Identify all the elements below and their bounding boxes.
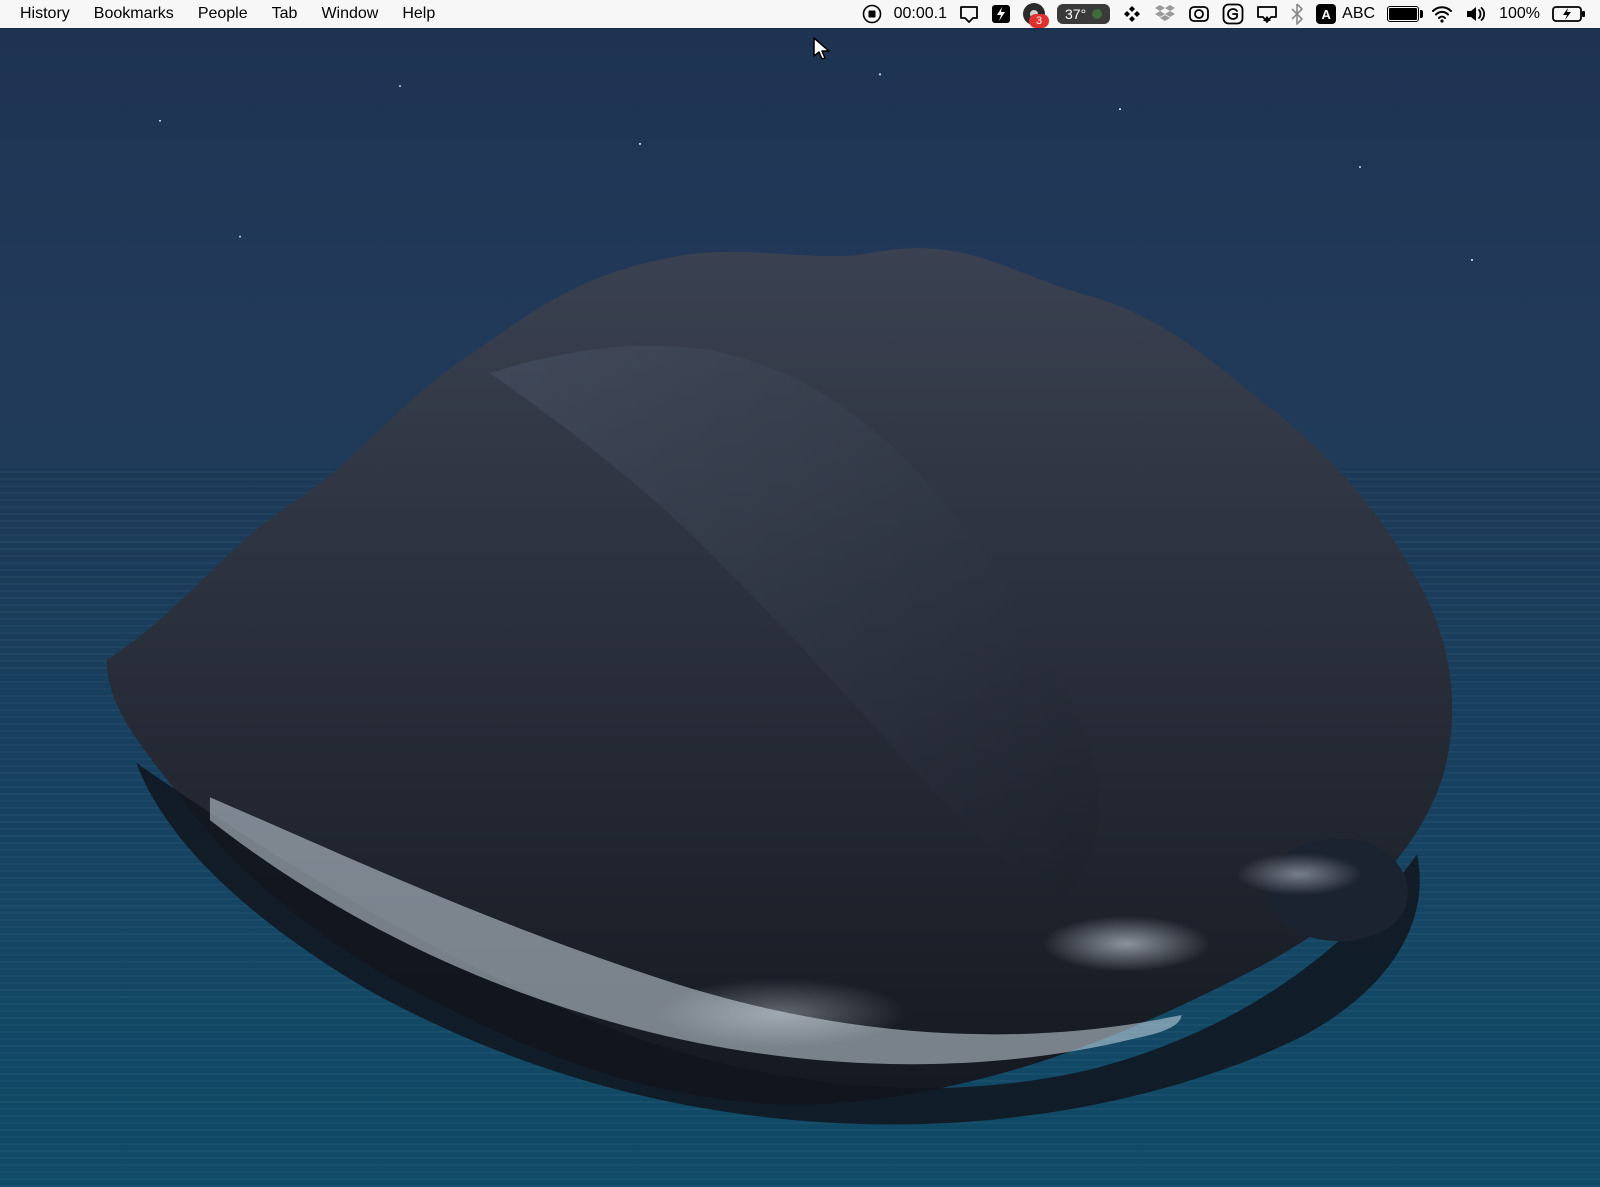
menu-help[interactable]: Help xyxy=(390,0,447,28)
sync-app-icon[interactable] xyxy=(1122,0,1142,28)
battery-icon[interactable] xyxy=(1387,0,1419,28)
input-source-badge: A xyxy=(1316,4,1336,24)
menubar-status-area: 00:00.1 3 37° xyxy=(862,0,1592,28)
notification-badge: 3 xyxy=(1029,14,1049,28)
send-to-device-icon[interactable] xyxy=(959,0,979,28)
menu-window[interactable]: Window xyxy=(309,0,390,28)
menubar: History Bookmarks People Tab Window Help… xyxy=(0,0,1600,28)
bolt-app-icon[interactable] xyxy=(991,0,1011,28)
battery-percent: 100% xyxy=(1499,0,1540,28)
menu-people[interactable]: People xyxy=(186,0,260,28)
input-source[interactable]: A ABC xyxy=(1316,0,1375,28)
menu-history[interactable]: History xyxy=(8,0,82,28)
battery-charging-icon xyxy=(1552,0,1588,28)
bluetooth-icon[interactable] xyxy=(1290,0,1304,28)
notification-app-icon[interactable]: 3 xyxy=(1023,0,1045,28)
input-source-label: ABC xyxy=(1342,5,1375,23)
menu-tab[interactable]: Tab xyxy=(260,0,310,28)
volume-icon[interactable] xyxy=(1465,0,1487,28)
desktop-wallpaper[interactable] xyxy=(0,28,1600,1187)
dropbox-icon[interactable] xyxy=(1154,0,1176,28)
screen-record-stop-icon[interactable] xyxy=(862,0,882,28)
menubar-app-menus: History Bookmarks People Tab Window Help xyxy=(8,0,447,28)
weather-condition-icon xyxy=(1092,9,1102,19)
wallpaper-island xyxy=(48,121,1520,1153)
wifi-icon[interactable] xyxy=(1431,0,1453,28)
airplay-icon[interactable] xyxy=(1256,0,1278,28)
screenshot-tool-icon[interactable] xyxy=(1188,0,1210,28)
app-g-icon[interactable] xyxy=(1222,0,1244,28)
screen-record-timer: 00:00.1 xyxy=(894,0,947,28)
menu-bookmarks[interactable]: Bookmarks xyxy=(82,0,186,28)
weather-status[interactable]: 37° xyxy=(1057,0,1110,28)
weather-temperature: 37° xyxy=(1065,5,1086,23)
